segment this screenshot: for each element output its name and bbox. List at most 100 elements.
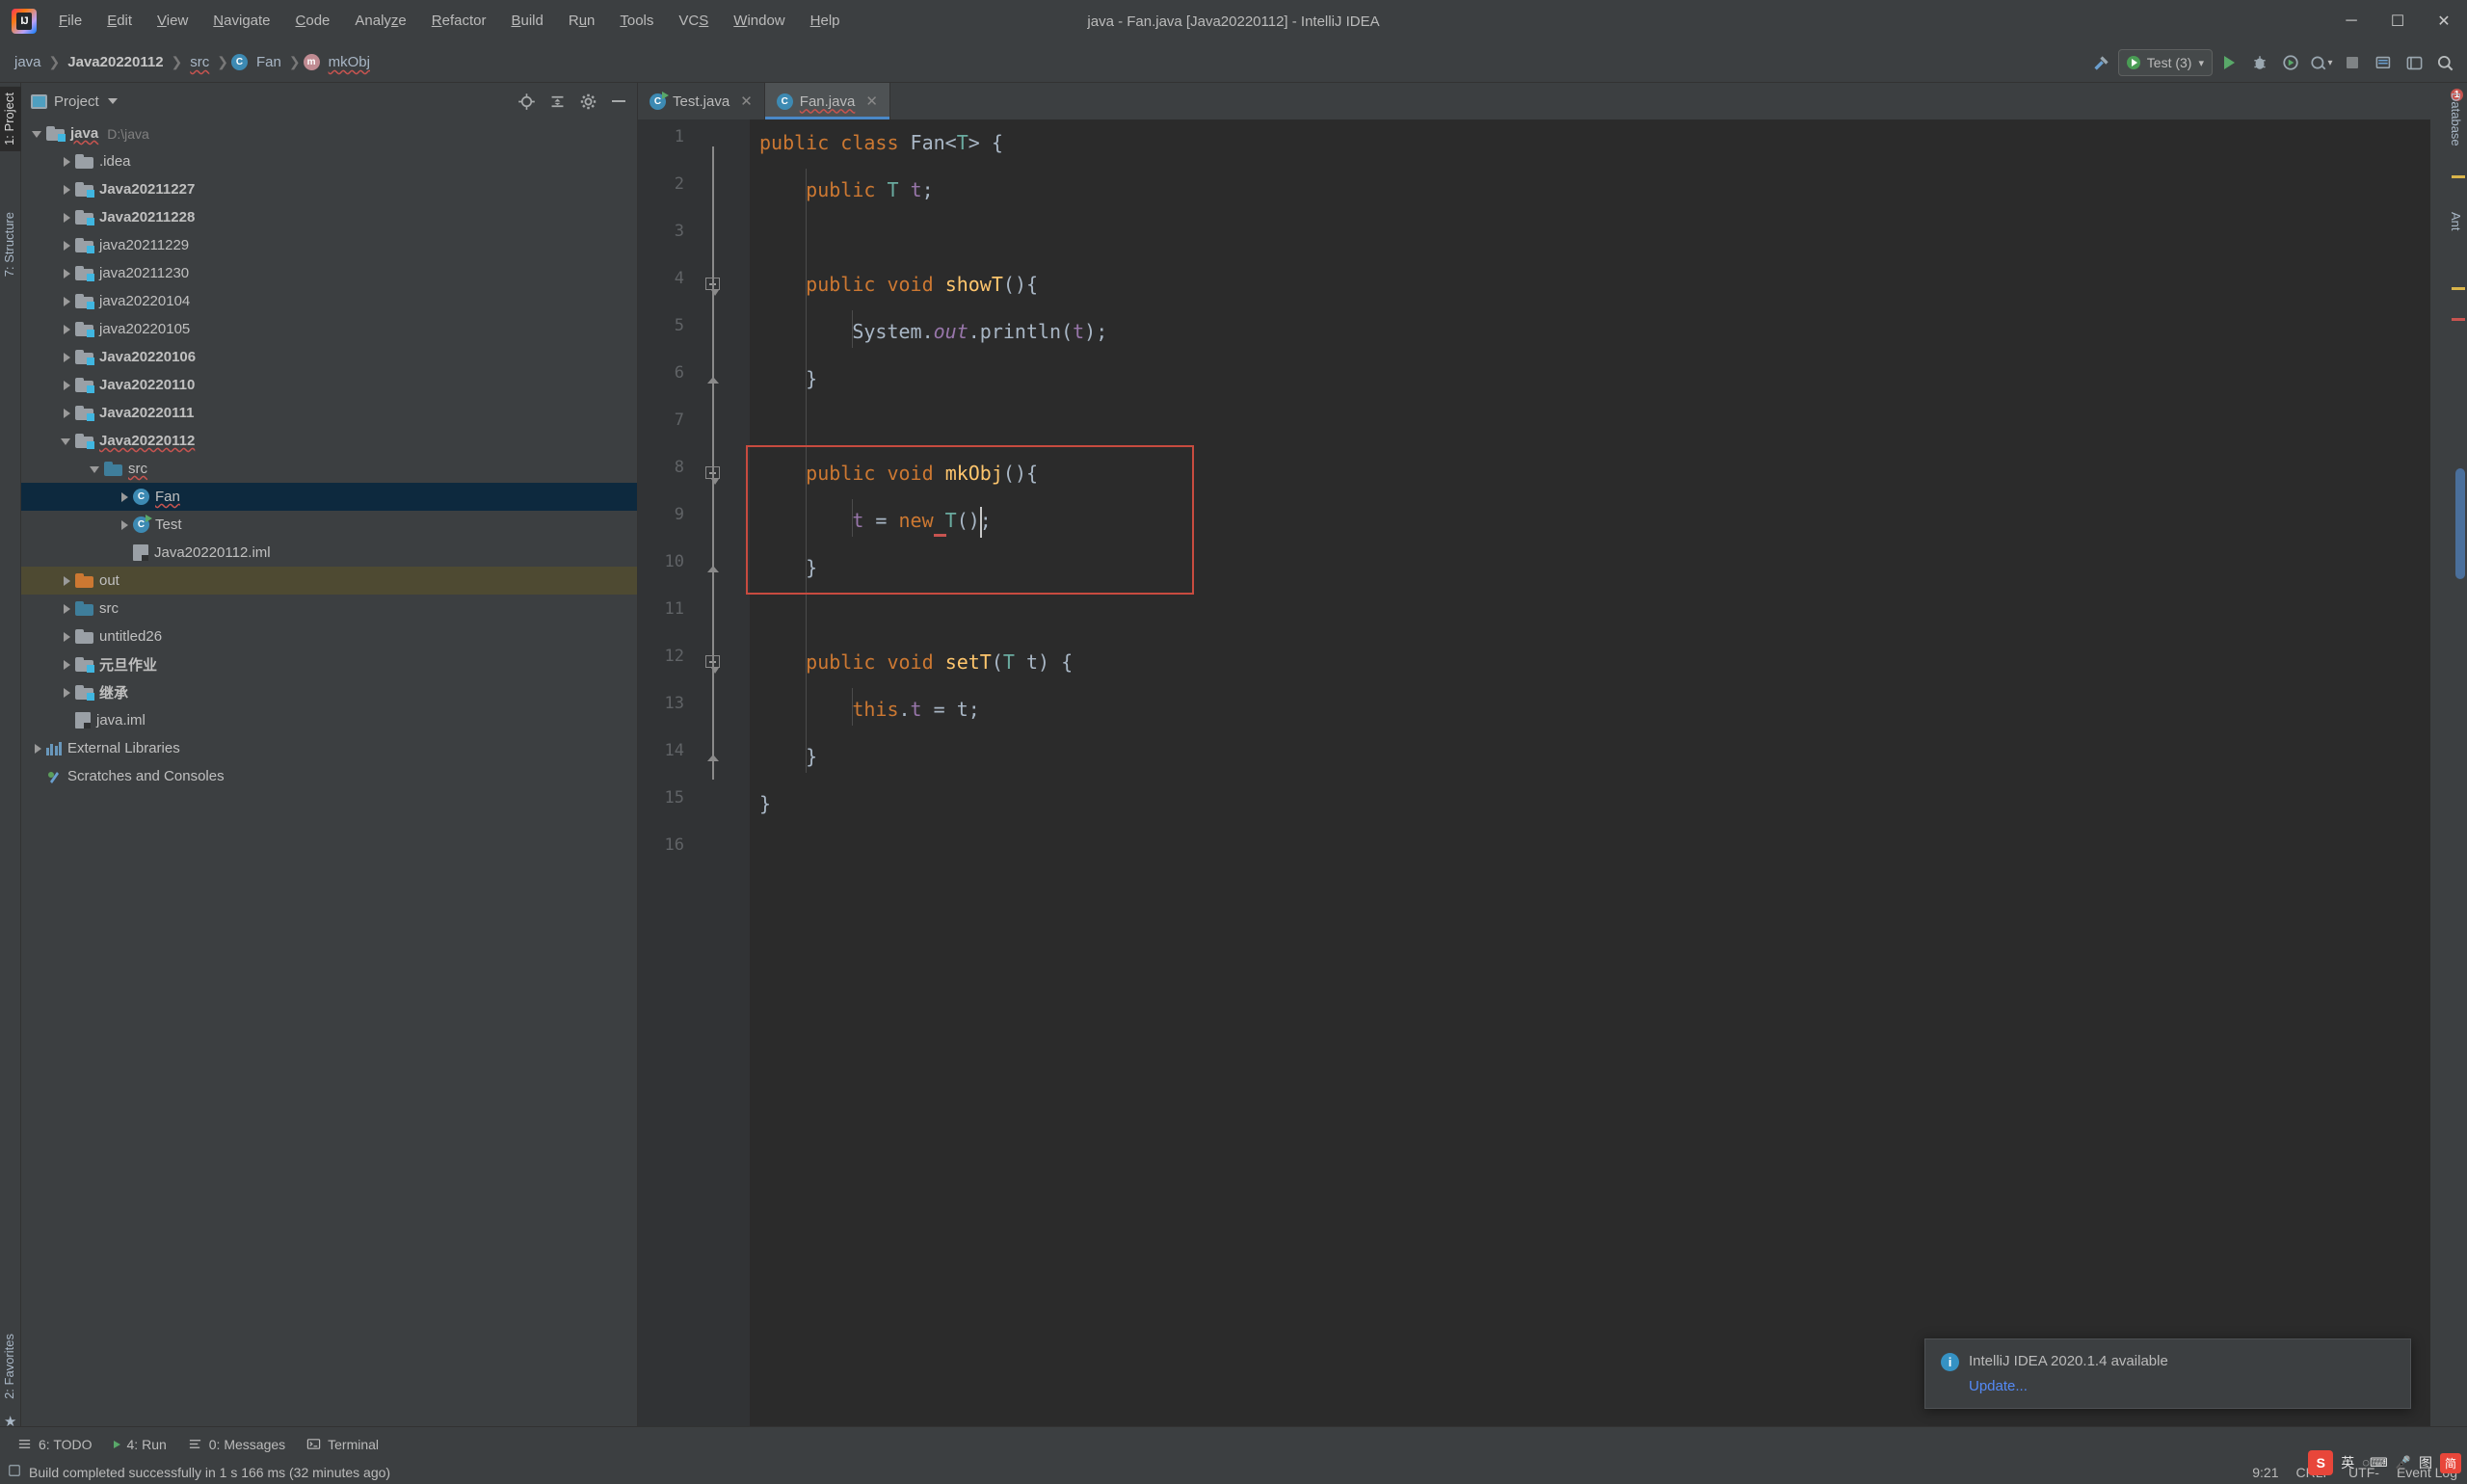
- editor-tab-Test-java[interactable]: C Test.java ✕: [638, 83, 765, 119]
- tree-node-元旦作业[interactable]: 元旦作业: [21, 650, 637, 678]
- tree-node-java[interactable]: java D:\java: [21, 119, 637, 147]
- menu-item-vcs[interactable]: VCS: [666, 8, 721, 35]
- tree-toggle-open-icon[interactable]: [89, 462, 104, 477]
- hide-panel-icon[interactable]: [608, 91, 629, 112]
- breadcrumb[interactable]: java ❯ Java20220112 ❯ src ❯ C Fan ❯ m mkObj: [10, 54, 375, 70]
- tree-node-out[interactable]: out: [21, 567, 637, 595]
- menu-item-help[interactable]: Help: [798, 8, 853, 35]
- tree-toggle-closed-icon[interactable]: [60, 210, 75, 225]
- breadcrumb-item-java[interactable]: java: [10, 54, 46, 70]
- code-line-4[interactable]: public void showT(){: [759, 261, 1038, 308]
- stop-button[interactable]: [2338, 48, 2367, 77]
- code-line-2[interactable]: public T t;: [759, 167, 933, 214]
- tool-button-terminal[interactable]: Terminal: [297, 1434, 388, 1455]
- tree-toggle-closed-icon[interactable]: [60, 685, 75, 701]
- code-line-5[interactable]: System.out.println(t);: [759, 308, 1107, 356]
- menu-item-edit[interactable]: Edit: [94, 8, 145, 35]
- tree-node-src[interactable]: src: [21, 595, 637, 623]
- tool-button-messages[interactable]: 0: Messages: [178, 1434, 295, 1455]
- breadcrumb-item-Java20220112[interactable]: Java20220112: [63, 54, 168, 70]
- run-with-coverage-button[interactable]: [2276, 48, 2305, 77]
- breadcrumb-item-mkObj[interactable]: m mkObj: [303, 54, 375, 70]
- breadcrumb-item-Fan[interactable]: C Fan: [231, 54, 286, 70]
- menu-item-analyze[interactable]: Analyze: [342, 8, 418, 35]
- tree-toggle-closed-icon[interactable]: [60, 294, 75, 309]
- code-editor[interactable]: 1 2 3 4 5 6 7 8 9 10 11 12 13 14 15 16 public class Fan…: [638, 119, 2430, 1440]
- notification-balloon[interactable]: i IntelliJ IDEA 2020.1.4 available Updat…: [1924, 1338, 2411, 1409]
- tree-node-继承[interactable]: 继承: [21, 678, 637, 706]
- ime-extra-label[interactable]: 图: [2419, 1453, 2432, 1472]
- tree-node-.idea[interactable]: .idea: [21, 147, 637, 175]
- tool-button-todo[interactable]: 6: TODO: [8, 1434, 102, 1455]
- update-link[interactable]: Update...: [1969, 1378, 2395, 1394]
- code-line-6[interactable]: }: [759, 356, 817, 403]
- ime-mic-icon[interactable]: 🎤: [2396, 1455, 2411, 1471]
- menu-item-navigate[interactable]: Navigate: [200, 8, 282, 35]
- tree-toggle-open-icon[interactable]: [31, 126, 46, 142]
- tree-node-Java20220112[interactable]: Java20220112: [21, 427, 637, 455]
- code-line-15[interactable]: }: [759, 781, 771, 828]
- tree-toggle-closed-icon[interactable]: [60, 238, 75, 253]
- code-line-14[interactable]: }: [759, 733, 817, 781]
- caret-position[interactable]: 9:21: [2252, 1465, 2278, 1480]
- minimize-button[interactable]: ─: [2328, 0, 2374, 42]
- tree-node-Java20220111[interactable]: Java20220111: [21, 399, 637, 427]
- menu-bar[interactable]: File Edit View Navigate Code Analyze Refactor B…: [46, 0, 853, 42]
- search-icon[interactable]: [2430, 48, 2459, 77]
- tree-node-Java20220112.iml[interactable]: Java20220112.iml: [21, 539, 637, 567]
- sidebar-item-project[interactable]: 1: Project: [0, 87, 21, 151]
- close-tab-icon[interactable]: ✕: [740, 93, 753, 110]
- tree-toggle-closed-icon[interactable]: [60, 322, 75, 337]
- tree-toggle-closed-icon[interactable]: [60, 378, 75, 393]
- menu-item-tools[interactable]: Tools: [607, 8, 666, 35]
- tree-toggle-closed-icon[interactable]: [60, 406, 75, 421]
- tree-node-untitled26[interactable]: untitled26: [21, 623, 637, 650]
- tool-button-run[interactable]: 4: Run: [104, 1434, 176, 1455]
- code-content[interactable]: public class Fan<T> { public T t; public…: [746, 119, 2430, 1440]
- tree-node-Test[interactable]: C Test: [21, 511, 637, 539]
- tree-node-java20220104[interactable]: java20220104: [21, 287, 637, 315]
- tree-node-Java20211228[interactable]: Java20211228: [21, 203, 637, 231]
- sidebar-item-favorites[interactable]: 2: Favorites: [0, 1328, 21, 1405]
- breadcrumb-item-src[interactable]: src: [185, 54, 214, 70]
- menu-item-window[interactable]: Window: [721, 8, 797, 35]
- editor-gutter[interactable]: 1 2 3 4 5 6 7 8 9 10 11 12 13 14 15 16: [638, 119, 750, 1440]
- menu-item-view[interactable]: View: [145, 8, 200, 35]
- tree-toggle-closed-icon[interactable]: [60, 657, 75, 673]
- sidebar-item-ant[interactable]: Ant: [2444, 206, 2467, 237]
- code-line-1[interactable]: public class Fan<T> {: [759, 119, 1003, 167]
- sogou-ime-icon[interactable]: S: [2308, 1450, 2334, 1475]
- tree-toggle-closed-icon[interactable]: [60, 182, 75, 198]
- build-hammer-icon[interactable]: [2087, 48, 2116, 77]
- collapse-all-icon[interactable]: [546, 91, 568, 112]
- tree-toggle-closed-icon[interactable]: [60, 629, 75, 645]
- tree-toggle-open-icon[interactable]: [60, 434, 75, 449]
- tree-node-External Libraries[interactable]: External Libraries: [21, 734, 637, 762]
- run-button[interactable]: [2215, 48, 2243, 77]
- tree-node-Java20211227[interactable]: Java20211227: [21, 175, 637, 203]
- run-configuration-selector[interactable]: Test (3) ▾: [2117, 49, 2213, 76]
- tree-node-java20211230[interactable]: java20211230: [21, 259, 637, 287]
- ime-mode-badge[interactable]: 简: [2439, 1452, 2461, 1473]
- tree-toggle-closed-icon[interactable]: [118, 517, 133, 533]
- profile-button[interactable]: ▾: [2307, 48, 2336, 77]
- tree-node-Scratches and Consoles[interactable]: Scratches and Consoles: [21, 762, 637, 790]
- tree-toggle-closed-icon[interactable]: [60, 573, 75, 589]
- chevron-down-icon[interactable]: [107, 98, 118, 104]
- menu-item-code[interactable]: Code: [283, 8, 343, 35]
- tree-node-java20220105[interactable]: java20220105: [21, 315, 637, 343]
- editor-tab-bar[interactable]: C Test.java ✕ C Fan.java ✕: [638, 83, 2430, 119]
- close-tab-icon[interactable]: ✕: [865, 93, 878, 110]
- menu-item-refactor[interactable]: Refactor: [419, 8, 499, 35]
- tree-toggle-closed-icon[interactable]: [60, 266, 75, 281]
- menu-item-run[interactable]: Run: [556, 8, 608, 35]
- tree-node-src[interactable]: src: [21, 455, 637, 483]
- menu-item-file[interactable]: File: [46, 8, 94, 35]
- tree-node-Java20220106[interactable]: Java20220106: [21, 343, 637, 371]
- sidebar-item-structure[interactable]: 7: Structure: [0, 206, 21, 282]
- ime-shapes-icon[interactable]: ◌⌨: [2362, 1455, 2388, 1471]
- tree-node-java.iml[interactable]: java.iml: [21, 706, 637, 734]
- close-button[interactable]: ✕: [2421, 0, 2467, 42]
- code-line-13[interactable]: this.t = t;: [759, 686, 979, 733]
- update-project-icon[interactable]: [2369, 48, 2398, 77]
